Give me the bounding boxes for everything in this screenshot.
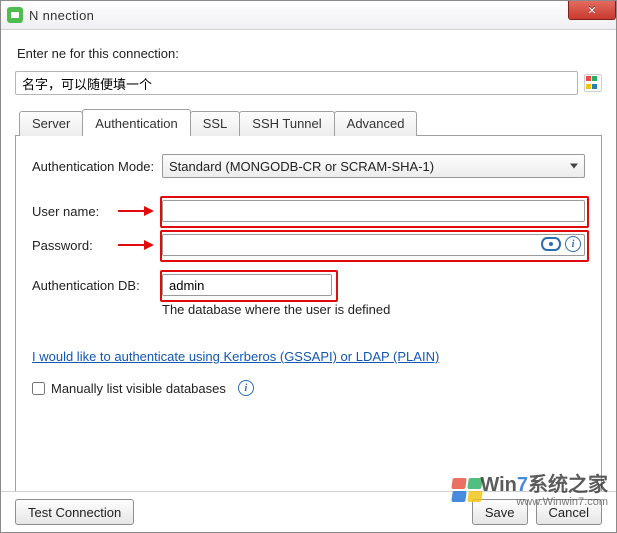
info-icon[interactable]: i bbox=[565, 236, 581, 252]
dialog-window: N nnection ✕ Enter ne for this connectio… bbox=[0, 0, 617, 533]
titlebar: N nnection ✕ bbox=[1, 1, 616, 30]
connection-name-row bbox=[15, 71, 602, 95]
auth-db-hint: The database where the user is defined bbox=[162, 302, 585, 317]
connection-name-prompt: Enter ne for this connection: bbox=[17, 46, 602, 61]
kerberos-ldap-link[interactable]: I would like to authenticate using Kerbe… bbox=[32, 349, 439, 364]
tab-advanced[interactable]: Advanced bbox=[334, 111, 418, 136]
username-row: User name: bbox=[32, 200, 585, 222]
username-input[interactable] bbox=[162, 200, 585, 222]
eye-icon[interactable] bbox=[541, 237, 561, 251]
color-picker-icon[interactable] bbox=[584, 74, 602, 92]
password-label: Password: bbox=[32, 238, 162, 253]
tab-ssh-tunnel[interactable]: SSH Tunnel bbox=[239, 111, 334, 136]
app-icon bbox=[7, 7, 23, 23]
auth-db-label: Authentication DB: bbox=[32, 278, 162, 293]
test-connection-button[interactable]: Test Connection bbox=[15, 499, 134, 525]
password-icons: i bbox=[541, 236, 581, 252]
cancel-button[interactable]: Cancel bbox=[536, 499, 602, 525]
bottom-bar: Test Connection Save Cancel bbox=[1, 491, 616, 532]
auth-mode-value: Standard (MONGODB-CR or SCRAM-SHA-1) bbox=[169, 159, 434, 174]
tab-server[interactable]: Server bbox=[19, 111, 83, 136]
password-row: Password: i bbox=[32, 234, 585, 256]
auth-db-input[interactable] bbox=[162, 274, 332, 296]
tab-authentication[interactable]: Authentication bbox=[82, 109, 190, 136]
window-title: N nnection bbox=[29, 8, 94, 23]
dialog-body: Enter ne for this connection: Server Aut… bbox=[1, 30, 616, 493]
password-input[interactable] bbox=[162, 234, 585, 256]
auth-db-row: Authentication DB: bbox=[32, 274, 585, 296]
connection-name-input[interactable] bbox=[15, 71, 578, 95]
chevron-down-icon bbox=[570, 164, 578, 169]
auth-mode-label: Authentication Mode: bbox=[32, 159, 162, 174]
auth-mode-row: Authentication Mode: Standard (MONGODB-C… bbox=[32, 154, 585, 178]
manual-list-label: Manually list visible databases bbox=[51, 381, 226, 396]
info-icon[interactable]: i bbox=[238, 380, 254, 396]
manual-list-row: Manually list visible databases i bbox=[32, 380, 585, 396]
username-label: User name: bbox=[32, 204, 162, 219]
tab-panel-authentication: Authentication Mode: Standard (MONGODB-C… bbox=[15, 135, 602, 493]
tab-ssl[interactable]: SSL bbox=[190, 111, 241, 136]
tabs: Server Authentication SSL SSH Tunnel Adv… bbox=[15, 109, 602, 493]
auth-mode-select[interactable]: Standard (MONGODB-CR or SCRAM-SHA-1) bbox=[162, 154, 585, 178]
close-button[interactable]: ✕ bbox=[568, 1, 616, 20]
save-button[interactable]: Save bbox=[472, 499, 528, 525]
manual-list-checkbox[interactable] bbox=[32, 382, 45, 395]
tabstrip: Server Authentication SSL SSH Tunnel Adv… bbox=[15, 109, 602, 136]
